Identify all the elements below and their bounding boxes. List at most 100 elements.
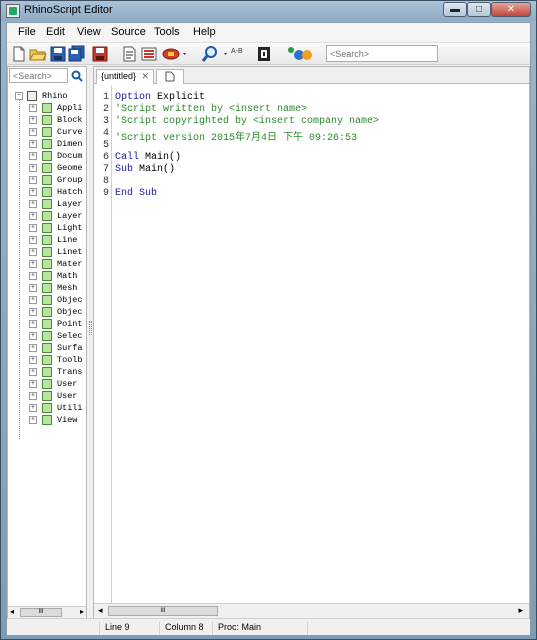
code-line[interactable]: Sub Main(): [115, 164, 175, 176]
scroll-left-icon[interactable]: ◂: [10, 607, 14, 616]
save-close-icon[interactable]: [91, 45, 109, 63]
menu-file[interactable]: File: [18, 26, 36, 38]
expand-icon[interactable]: +: [29, 308, 37, 316]
tree-item[interactable]: + Objec: [8, 294, 86, 306]
tree-item[interactable]: + Mesh: [8, 282, 86, 294]
expand-icon[interactable]: +: [29, 356, 37, 364]
menu-help[interactable]: Help: [193, 26, 216, 38]
tree-item[interactable]: + Docum: [8, 150, 86, 162]
expand-icon[interactable]: +: [29, 332, 37, 340]
tree-item[interactable]: + Dimen: [8, 138, 86, 150]
tree-root-rhino[interactable]: − Rhino: [8, 90, 86, 102]
menu-view[interactable]: View: [77, 26, 101, 38]
expand-icon[interactable]: +: [29, 392, 37, 400]
expand-icon[interactable]: +: [29, 140, 37, 148]
collapse-icon[interactable]: −: [15, 92, 23, 100]
tree-item[interactable]: + Block: [8, 114, 86, 126]
tree-item[interactable]: + Math: [8, 270, 86, 282]
tree-item[interactable]: + Line: [8, 234, 86, 246]
expand-icon[interactable]: +: [29, 416, 37, 424]
code-line[interactable]: 'Script copyrighted by <insert company n…: [115, 116, 379, 128]
tree-item[interactable]: + User: [8, 390, 86, 402]
scroll-left-icon[interactable]: ◂: [98, 605, 103, 616]
tab-untitled[interactable]: {untitled} ✕: [96, 69, 154, 84]
goto-icon[interactable]: [255, 45, 273, 63]
expand-icon[interactable]: +: [29, 236, 37, 244]
tree-item[interactable]: + Linet: [8, 246, 86, 258]
menu-tools[interactable]: Tools: [154, 26, 180, 38]
code-line[interactable]: End Sub: [115, 188, 157, 200]
tree-item[interactable]: + Trans: [8, 366, 86, 378]
menu-source[interactable]: Source: [111, 26, 146, 38]
tree-item[interactable]: + Utili: [8, 402, 86, 414]
tree-item[interactable]: + Curve: [8, 126, 86, 138]
find-icon[interactable]: [202, 45, 230, 63]
tree-item[interactable]: + Toolb: [8, 354, 86, 366]
expand-icon[interactable]: +: [29, 212, 37, 220]
tree-item[interactable]: + User: [8, 378, 86, 390]
debug-icon[interactable]: [140, 45, 158, 63]
code-line[interactable]: 'Script written by <insert name>: [115, 104, 307, 116]
open-folder-icon[interactable]: [29, 45, 47, 63]
editor-scroll-thumb[interactable]: III: [108, 606, 218, 616]
tree-item[interactable]: + View: [8, 414, 86, 426]
tree-item[interactable]: + Selec: [8, 330, 86, 342]
expand-icon[interactable]: +: [29, 188, 37, 196]
code-line[interactable]: Call Main(): [115, 152, 181, 164]
scroll-right-icon[interactable]: ▸: [518, 605, 523, 616]
stop-dropdown-icon[interactable]: [161, 45, 189, 63]
expand-icon[interactable]: +: [29, 104, 37, 112]
expand-icon[interactable]: +: [29, 272, 37, 280]
minimize-button[interactable]: ▬: [443, 2, 467, 17]
maximize-button[interactable]: □: [467, 2, 491, 17]
tree-search-input[interactable]: [9, 68, 68, 83]
save-icon[interactable]: [49, 45, 67, 63]
expand-icon[interactable]: +: [29, 164, 37, 172]
tree-item[interactable]: + Point: [8, 318, 86, 330]
title-bar[interactable]: RhinoScript Editor ▬ □ ✕: [1, 1, 536, 21]
tree-item[interactable]: + Objec: [8, 306, 86, 318]
expand-icon[interactable]: +: [29, 320, 37, 328]
expand-icon[interactable]: +: [29, 296, 37, 304]
search-icon[interactable]: [71, 70, 83, 82]
expand-icon[interactable]: +: [29, 368, 37, 376]
replace-button[interactable]: A-B: [231, 48, 243, 66]
editor-horizontal-scrollbar[interactable]: ◂ III ▸: [94, 603, 529, 618]
tree-item[interactable]: + Mater: [8, 258, 86, 270]
toolbar-search-input[interactable]: [326, 45, 438, 62]
expand-icon[interactable]: +: [29, 260, 37, 268]
close-button[interactable]: ✕: [491, 2, 531, 17]
expand-icon[interactable]: +: [29, 248, 37, 256]
code-line[interactable]: 'Script version 2015年7月4日 下午 09:26:53: [115, 128, 357, 144]
new-tab-button[interactable]: [156, 69, 184, 84]
expand-icon[interactable]: +: [29, 404, 37, 412]
code-editor[interactable]: Option Explicit 'Script written by <inser…: [94, 85, 529, 603]
tree-item[interactable]: + Layer: [8, 198, 86, 210]
tree-item[interactable]: + Hatch: [8, 186, 86, 198]
expand-icon[interactable]: +: [29, 224, 37, 232]
code-line[interactable]: Option Explicit: [115, 92, 205, 104]
expand-icon[interactable]: +: [29, 116, 37, 124]
expand-icon[interactable]: +: [29, 200, 37, 208]
tree-item[interactable]: + Appli: [8, 102, 86, 114]
tree-scroll-thumb[interactable]: III: [20, 608, 62, 617]
expand-icon[interactable]: +: [29, 152, 37, 160]
tree-horizontal-scrollbar[interactable]: ◂ III ▸: [8, 606, 86, 618]
expand-icon[interactable]: +: [29, 128, 37, 136]
tab-close-icon[interactable]: ✕: [141, 71, 149, 82]
expand-icon[interactable]: +: [29, 176, 37, 184]
rhino-spheres-icon[interactable]: [286, 45, 314, 63]
run-script-icon[interactable]: [120, 45, 138, 63]
scroll-right-icon[interactable]: ▸: [80, 607, 84, 616]
tree-item[interactable]: + Surfa: [8, 342, 86, 354]
tree-item[interactable]: + Geome: [8, 162, 86, 174]
tree-item[interactable]: + Group: [8, 174, 86, 186]
expand-icon[interactable]: +: [29, 284, 37, 292]
new-file-icon[interactable]: [10, 45, 28, 63]
expand-icon[interactable]: +: [29, 344, 37, 352]
save-all-icon[interactable]: [68, 45, 86, 63]
menu-edit[interactable]: Edit: [46, 26, 65, 38]
tree-item[interactable]: + Light: [8, 222, 86, 234]
tree-item[interactable]: + Layer: [8, 210, 86, 222]
splitter-grip[interactable]: [89, 321, 92, 335]
